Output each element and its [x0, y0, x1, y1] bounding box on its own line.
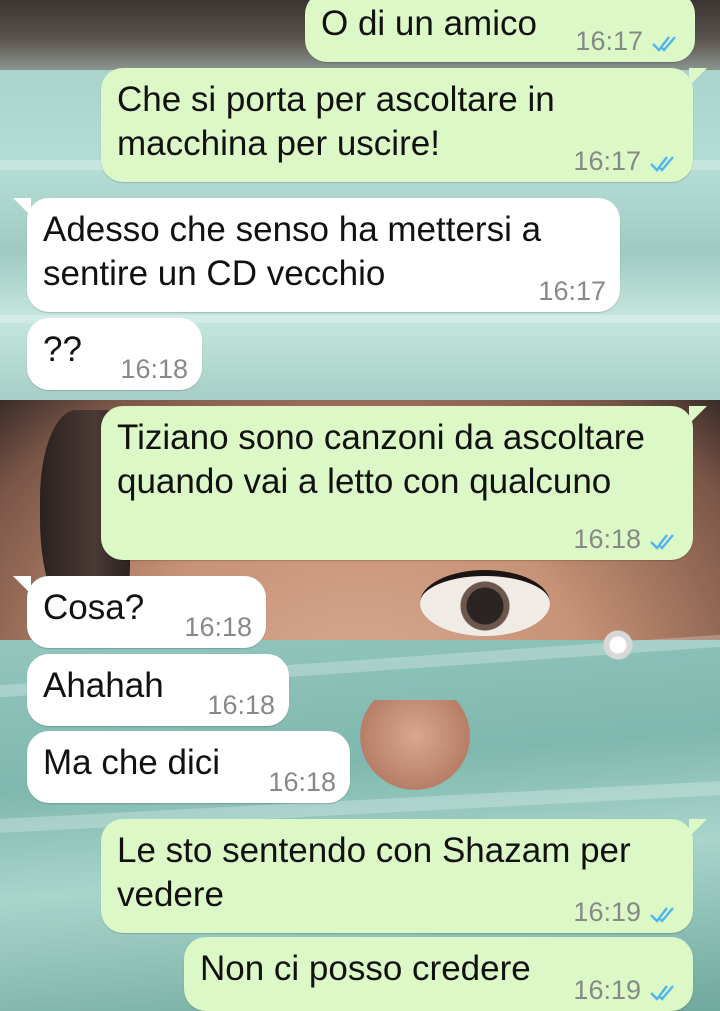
double-check-icon: [650, 985, 674, 1001]
message-meta: 16:18: [573, 524, 679, 554]
message-time: 16:18: [268, 767, 336, 797]
message-time: 16:18: [184, 612, 252, 642]
message-bubble-incoming[interactable]: Ma che dici 16:18: [27, 731, 350, 803]
message-meta: 16:18: [268, 767, 336, 797]
message-meta: 16:19: [573, 975, 679, 1005]
message-meta: 16:17: [573, 146, 679, 176]
message-time: 16:17: [575, 26, 643, 56]
double-check-icon: [652, 36, 676, 52]
message-text: Tiziano sono canzoni da ascoltare quando…: [117, 418, 645, 501]
message-time: 16:19: [573, 975, 641, 1005]
double-check-icon: [650, 907, 674, 923]
message-bubble-incoming[interactable]: Ahahah 16:18: [27, 654, 289, 726]
message-bubble-outgoing[interactable]: Le sto sentendo con Shazam per vedere 16…: [101, 819, 707, 933]
message-time: 16:18: [573, 524, 641, 554]
message-bubble-incoming[interactable]: Adesso che senso ha mettersi a sentire u…: [13, 198, 620, 312]
double-check-icon: [650, 534, 674, 550]
message-bubble-outgoing[interactable]: Che si porta per ascoltare in macchina p…: [101, 68, 707, 182]
message-bubble-outgoing[interactable]: O di un amico 16:17: [305, 0, 695, 62]
message-bubble-incoming[interactable]: Cosa? 16:18: [13, 576, 266, 648]
message-meta: 16:18: [207, 690, 275, 720]
message-meta: 16:17: [538, 276, 606, 306]
message-time: 16:19: [573, 897, 641, 927]
message-time: 16:18: [207, 690, 275, 720]
wallpaper-nose: [360, 700, 470, 790]
message-bubble-outgoing[interactable]: Non ci posso credere 16:19: [184, 937, 693, 1011]
message-bubble-incoming[interactable]: ?? 16:18: [27, 318, 202, 390]
message-meta: 16:17: [575, 26, 681, 56]
double-check-icon: [650, 156, 674, 172]
wallpaper-earring: [598, 625, 638, 665]
message-meta: 16:18: [120, 354, 188, 384]
message-meta: 16:18: [184, 612, 252, 642]
message-meta: 16:19: [573, 897, 679, 927]
message-time: 16:17: [538, 276, 606, 306]
message-time: 16:17: [573, 146, 641, 176]
message-time: 16:18: [120, 354, 188, 384]
message-bubble-outgoing[interactable]: Tiziano sono canzoni da ascoltare quando…: [101, 406, 707, 560]
wallpaper-eye: [420, 570, 550, 636]
message-text: Adesso che senso ha mettersi a sentire u…: [43, 210, 542, 293]
